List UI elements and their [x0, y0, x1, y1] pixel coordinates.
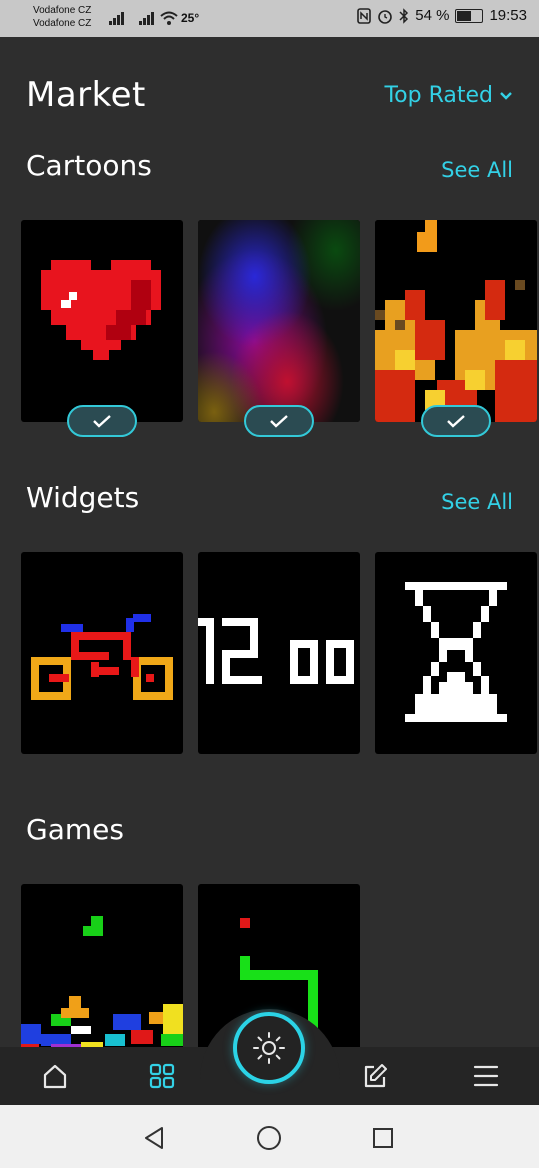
system-nav-bar	[0, 1105, 539, 1168]
edit-icon[interactable]	[361, 1062, 389, 1090]
brightness-icon	[253, 1032, 285, 1064]
chevron-down-icon	[500, 91, 512, 100]
lights-image	[198, 220, 360, 422]
widget-card-hourglass[interactable]	[375, 552, 537, 754]
clock-image	[198, 618, 354, 684]
see-all-widgets-link[interactable]: See All	[441, 490, 513, 514]
bluetooth-icon	[399, 7, 409, 24]
cartoon-card-heart[interactable]	[21, 220, 183, 422]
sort-label: Top Rated	[384, 83, 493, 108]
battery-percent: 54 %	[415, 7, 450, 24]
cartoon-card-fire[interactable]	[375, 220, 537, 422]
cartoon-card-lights[interactable]	[198, 220, 360, 422]
home-icon[interactable]	[41, 1062, 69, 1090]
page-title: Market	[26, 75, 146, 115]
section-title-widgets: Widgets	[26, 481, 140, 514]
back-icon[interactable]	[142, 1125, 166, 1151]
home-nav-icon[interactable]	[256, 1125, 282, 1151]
temperature-label: 25°	[181, 11, 200, 25]
wifi-status: 25°	[160, 8, 199, 28]
carrier-2: Vodafone CZ	[33, 18, 92, 29]
check-icon	[93, 415, 111, 428]
sort-dropdown[interactable]: Top Rated	[384, 83, 513, 108]
bicycle-image	[31, 614, 173, 700]
check-icon	[270, 415, 288, 428]
recents-icon[interactable]	[372, 1127, 394, 1149]
status-right: 54 % 19:53	[357, 7, 527, 24]
wifi-icon	[160, 11, 178, 25]
installed-check-badge-3[interactable]	[421, 405, 491, 437]
hourglass-icon	[405, 582, 507, 722]
widget-card-bicycle[interactable]	[21, 552, 183, 754]
installed-check-badge-2[interactable]	[244, 405, 314, 437]
menu-icon[interactable]	[472, 1062, 500, 1090]
fire-image	[375, 220, 537, 422]
status-bar: Vodafone CZ Vodafone CZ 25° 54 % 19:53	[0, 0, 539, 37]
alarm-icon	[378, 9, 393, 24]
signal-icon	[108, 8, 126, 28]
carrier-1: Vodafone CZ	[33, 5, 92, 16]
installed-check-badge[interactable]	[67, 405, 137, 437]
battery-icon	[455, 8, 484, 23]
heart-image	[41, 260, 161, 360]
signal-icon-2	[138, 8, 156, 28]
grid-icon[interactable]	[148, 1062, 176, 1090]
widget-card-clock[interactable]	[198, 552, 360, 754]
carrier-labels: Vodafone CZ Vodafone CZ	[33, 4, 91, 30]
nfc-icon	[357, 7, 372, 24]
section-title-cartoons: Cartoons	[26, 149, 152, 182]
see-all-cartoons-link[interactable]: See All	[441, 158, 513, 182]
check-icon	[447, 415, 465, 428]
brightness-button[interactable]	[233, 1012, 305, 1084]
clock-time: 19:53	[489, 7, 527, 24]
market-screen: Market Top Rated Cartoons See All Widget…	[0, 37, 539, 1105]
section-title-games: Games	[26, 813, 124, 846]
